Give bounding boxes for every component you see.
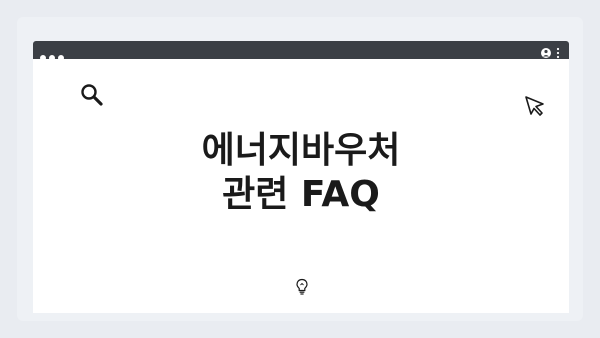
browser-toolbar (33, 41, 569, 61)
cursor-icon (525, 96, 544, 116)
user-icon[interactable] (541, 48, 551, 58)
title-line-2: 관련 FAQ (222, 174, 380, 215)
toolbar-right (539, 44, 563, 59)
page-content: 에너지바우처 관련 FAQ (33, 59, 569, 313)
lightbulb-icon (296, 278, 308, 295)
page-title: 에너지바우처 관련 FAQ (33, 129, 569, 217)
search-icon[interactable] (79, 82, 105, 108)
kebab-menu-icon[interactable] (556, 47, 560, 59)
title-line-1: 에너지바우처 (201, 130, 401, 171)
